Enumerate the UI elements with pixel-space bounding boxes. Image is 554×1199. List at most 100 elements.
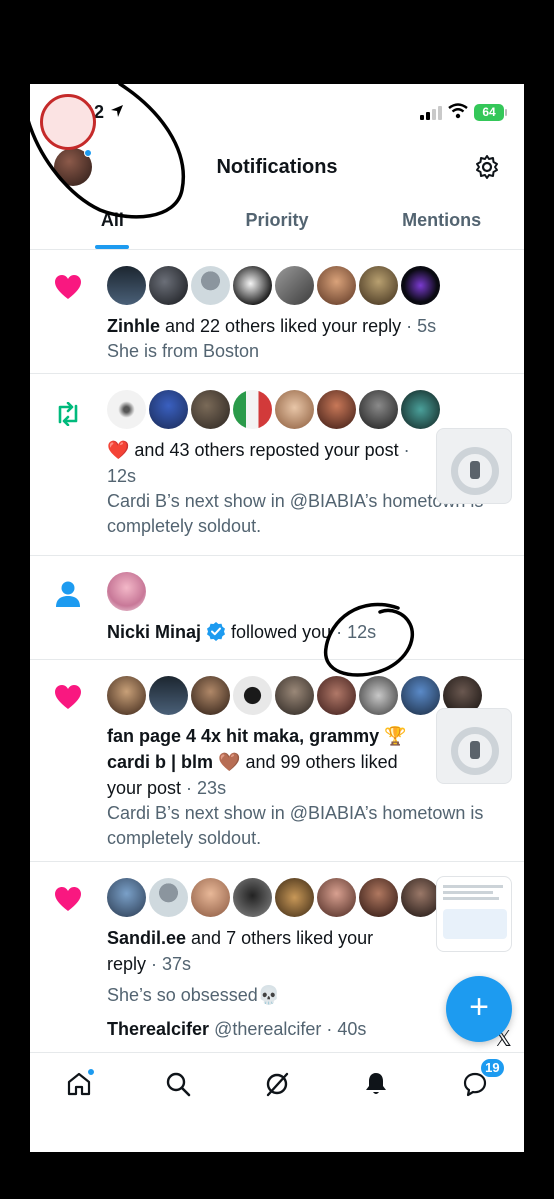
- timestamp: · 5s: [401, 316, 437, 336]
- reply-preview: She is from Boston: [107, 341, 260, 361]
- tab-mentions[interactable]: Mentions: [359, 192, 524, 249]
- repost-icon: [58, 402, 78, 426]
- verified-badge-icon: [207, 622, 226, 641]
- liker-avatars: [107, 266, 508, 305]
- nav-home[interactable]: [59, 1064, 99, 1104]
- phone-screen: 17:12 64 Notifications All Priority Ment…: [30, 84, 524, 1152]
- avatar[interactable]: [401, 676, 440, 715]
- nav-messages[interactable]: 19: [455, 1057, 505, 1104]
- person-icon: [56, 581, 80, 607]
- post-thumbnail[interactable]: [436, 876, 512, 952]
- top-header: Notifications: [30, 144, 524, 192]
- settings-gear-icon[interactable]: [474, 154, 500, 180]
- status-bar: 17:12 64: [30, 84, 524, 144]
- post-author-name[interactable]: Therealcifer: [107, 1019, 209, 1039]
- avatar[interactable]: [275, 676, 314, 715]
- timestamp: · 23s: [181, 778, 227, 798]
- avatar[interactable]: [107, 572, 146, 611]
- heart-icon: [55, 275, 81, 299]
- timestamp: · 12s: [331, 622, 377, 642]
- avatar[interactable]: [401, 390, 440, 429]
- post-preview: Cardi B’s next show in @BIABIA’s hometow…: [107, 803, 484, 848]
- post-author-avatar[interactable]: [40, 94, 96, 150]
- time-value: 12s: [347, 622, 377, 642]
- post-thumbnail[interactable]: [436, 708, 512, 784]
- avatar[interactable]: [233, 676, 272, 715]
- post-thumbnail[interactable]: [436, 428, 512, 504]
- compose-button[interactable]: +: [446, 976, 512, 1042]
- post-author-handle[interactable]: @therealcifer: [214, 1019, 321, 1039]
- time-value: 5s: [417, 316, 437, 336]
- notification-item[interactable]: fan page 4 4x hit maka, grammy 🏆 cardi b…: [30, 660, 524, 862]
- action-text: followed you: [226, 622, 332, 642]
- notification-item[interactable]: ❤️ and 43 others reposted your post · 12…: [30, 374, 524, 556]
- avatar[interactable]: [401, 878, 440, 917]
- avatar[interactable]: [233, 266, 272, 305]
- heart-icon: [55, 685, 81, 709]
- avatar[interactable]: [191, 878, 230, 917]
- avatar[interactable]: [317, 390, 356, 429]
- actor-name[interactable]: Zinhle: [107, 316, 160, 336]
- stage-shape: [470, 741, 480, 759]
- avatar[interactable]: [275, 390, 314, 429]
- messages-unread-badge: 19: [480, 1057, 505, 1078]
- tab-priority[interactable]: Priority: [195, 192, 360, 249]
- actor-name[interactable]: Sandil.ee: [107, 928, 186, 948]
- battery-indicator: 64: [474, 104, 507, 121]
- avatar[interactable]: [359, 390, 398, 429]
- notification-item[interactable]: Nicki Minaj followed you · 12s: [30, 556, 524, 660]
- grok-icon: [266, 1072, 289, 1096]
- tab-priority-label: Priority: [245, 210, 309, 230]
- nav-grok[interactable]: [257, 1064, 297, 1104]
- avatar[interactable]: [191, 266, 230, 305]
- avatar[interactable]: [359, 878, 398, 917]
- location-arrow-icon: [111, 105, 123, 117]
- time-value: 40s: [337, 1019, 367, 1039]
- time-value: 37s: [162, 954, 192, 974]
- avatar[interactable]: [191, 676, 230, 715]
- cellular-signal-icon: [420, 106, 442, 120]
- time-value: 23s: [197, 778, 227, 798]
- avatar[interactable]: [401, 266, 440, 305]
- home-unread-dot-icon: [87, 1067, 96, 1076]
- avatar[interactable]: [191, 390, 230, 429]
- tab-mentions-label: Mentions: [402, 210, 482, 230]
- avatar[interactable]: [359, 266, 398, 305]
- avatar[interactable]: [359, 676, 398, 715]
- avatar[interactable]: [149, 878, 188, 917]
- avatar[interactable]: [107, 390, 146, 429]
- follower-avatars: [107, 572, 508, 611]
- tab-all[interactable]: All: [30, 192, 195, 249]
- avatar[interactable]: [275, 878, 314, 917]
- notification-item[interactable]: Zinhle and 22 others liked your reply · …: [30, 250, 524, 374]
- avatar[interactable]: [233, 390, 272, 429]
- search-icon: [166, 1072, 191, 1096]
- actor-name: ❤️: [107, 440, 130, 460]
- active-tab-indicator: [95, 245, 130, 249]
- avatar[interactable]: [317, 266, 356, 305]
- avatar[interactable]: [107, 266, 146, 305]
- avatar[interactable]: [107, 878, 146, 917]
- avatar[interactable]: [149, 390, 188, 429]
- page-title: Notifications: [216, 156, 338, 178]
- avatar[interactable]: [149, 266, 188, 305]
- timestamp: · 37s: [146, 954, 192, 974]
- time-value: 12s: [107, 466, 137, 486]
- actor-name[interactable]: Nicki Minaj: [107, 622, 201, 642]
- bottom-navigation: 19: [30, 1052, 524, 1114]
- reposter-avatars: [107, 390, 508, 429]
- notification-tabs: All Priority Mentions: [30, 192, 524, 250]
- stage-shape: [470, 461, 480, 479]
- action-text: and 43 others reposted your post: [129, 440, 399, 460]
- avatar[interactable]: [317, 878, 356, 917]
- nav-search[interactable]: [158, 1064, 198, 1104]
- notification-text: Zinhle and 22 others liked your reply · …: [107, 313, 508, 339]
- tab-all-label: All: [100, 210, 124, 230]
- avatar[interactable]: [233, 878, 272, 917]
- avatar[interactable]: [107, 676, 146, 715]
- notification-text: Nicki Minaj followed you · 12s: [107, 619, 508, 645]
- nav-notifications[interactable]: [356, 1064, 396, 1104]
- avatar[interactable]: [275, 266, 314, 305]
- avatar[interactable]: [149, 676, 188, 715]
- avatar[interactable]: [317, 676, 356, 715]
